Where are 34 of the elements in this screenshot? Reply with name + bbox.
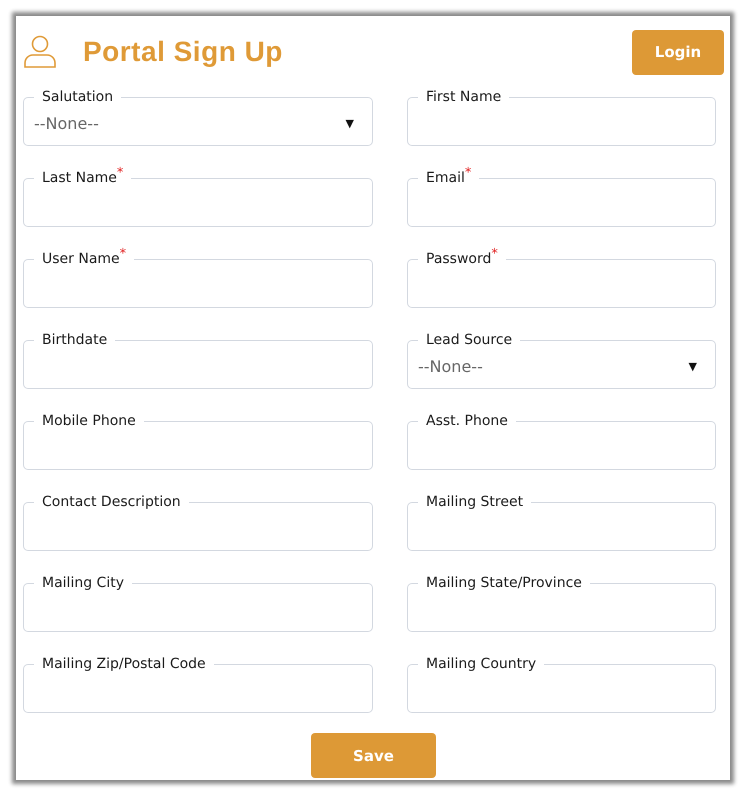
field-label: Contact Description (42, 494, 181, 510)
input-field[interactable]: Mailing Street (407, 493, 716, 551)
input-field[interactable]: Asst. Phone (407, 412, 716, 470)
field-label: Mailing Street (426, 494, 524, 510)
page-title: Portal Sign Up (83, 36, 283, 68)
field-label: Salutation (42, 89, 114, 105)
input-field[interactable]: Mailing Zip/Postal Code (23, 655, 373, 713)
select-value: --None-- (418, 357, 483, 376)
input-field[interactable]: Mailing State/Province (407, 574, 716, 632)
field-label: Asst. Phone (426, 413, 508, 429)
field-label: Mailing State/Province (426, 575, 582, 591)
field-label: Password (426, 251, 492, 267)
field-label: Mailing Country (426, 656, 536, 672)
field-label: Last Name (42, 170, 117, 186)
field-label: Mailing City (42, 575, 124, 591)
select-field[interactable]: Salutation --None-- ▼ (23, 88, 373, 146)
input-field[interactable]: Birthdate (23, 331, 373, 389)
dropdown-arrow: ▼ (346, 117, 354, 130)
select-value: --None-- (34, 114, 99, 133)
field-label: User Name (42, 251, 120, 267)
dropdown-arrow: ▼ (688, 360, 697, 373)
field-label: Lead Source (426, 332, 512, 348)
input-field[interactable]: Mobile Phone (23, 412, 373, 470)
field-label: Email (426, 170, 465, 186)
select-field[interactable]: Lead Source --None-- ▼ (407, 331, 716, 389)
input-field[interactable]: Mailing City (23, 574, 373, 632)
field-label: First Name (426, 89, 502, 105)
input-field[interactable]: Contact Description (23, 493, 373, 551)
input-field[interactable]: Mailing Country (407, 655, 716, 713)
input-field[interactable]: First Name (407, 88, 716, 146)
user-icon (23, 35, 57, 69)
field-label: Birthdate (42, 332, 108, 348)
field-label: Mobile Phone (42, 413, 136, 429)
field-label: Mailing Zip/Postal Code (42, 656, 206, 672)
